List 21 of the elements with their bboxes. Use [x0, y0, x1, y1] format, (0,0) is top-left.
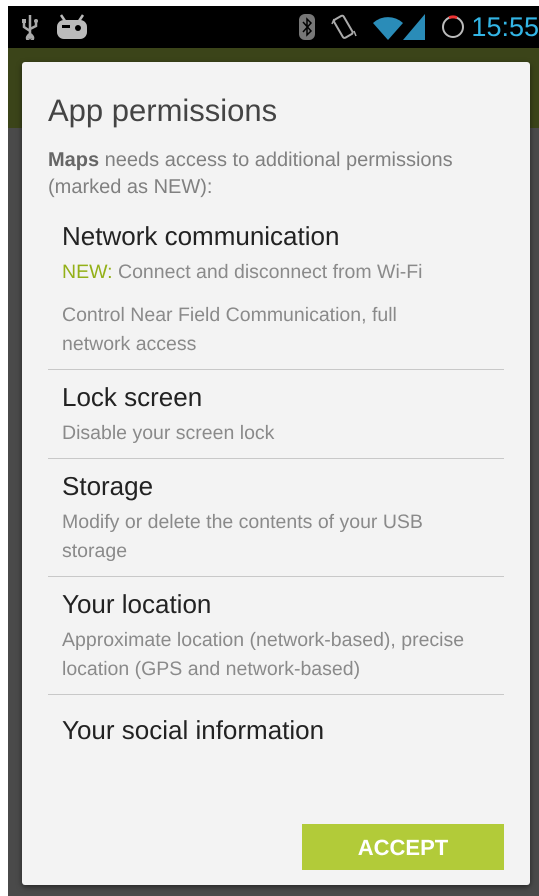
- permission-group-title: Lock screen: [62, 381, 204, 414]
- permission-description: Approximate location (network-based), precise location (GPS and network-based): [62, 628, 466, 682]
- permission-group-title: Network communication: [62, 220, 340, 254]
- permission-description: Control Near Field Communication, full network access: [62, 303, 398, 358]
- wifi-icon: [373, 16, 404, 40]
- signal-icon: [403, 14, 426, 40]
- dialog-title: App permissions: [48, 92, 278, 130]
- intro-text: Maps needs access to additional permissions (marked as NEW):: [48, 148, 454, 200]
- bluetooth-icon: [299, 14, 316, 40]
- accept-button[interactable]: ACCEPT: [302, 824, 504, 870]
- permission-description: Modify or delete the contents of your USB storage: [62, 510, 424, 564]
- battery-ring-icon: [441, 15, 466, 39]
- permission-description: Disable your screen lock: [62, 421, 276, 446]
- permission-description: NEW: Connect and disconnect from Wi-Fi: [62, 260, 424, 286]
- usb-icon: [20, 14, 40, 40]
- permission-group-title: Your social information: [62, 714, 326, 748]
- phone-vibrate-icon: [331, 13, 358, 41]
- permission-group-title: Your location: [62, 588, 212, 622]
- robot-face-icon: [56, 14, 88, 40]
- clock-time: 15:55: [471, 10, 539, 44]
- permission-group-title: Storage: [62, 470, 154, 504]
